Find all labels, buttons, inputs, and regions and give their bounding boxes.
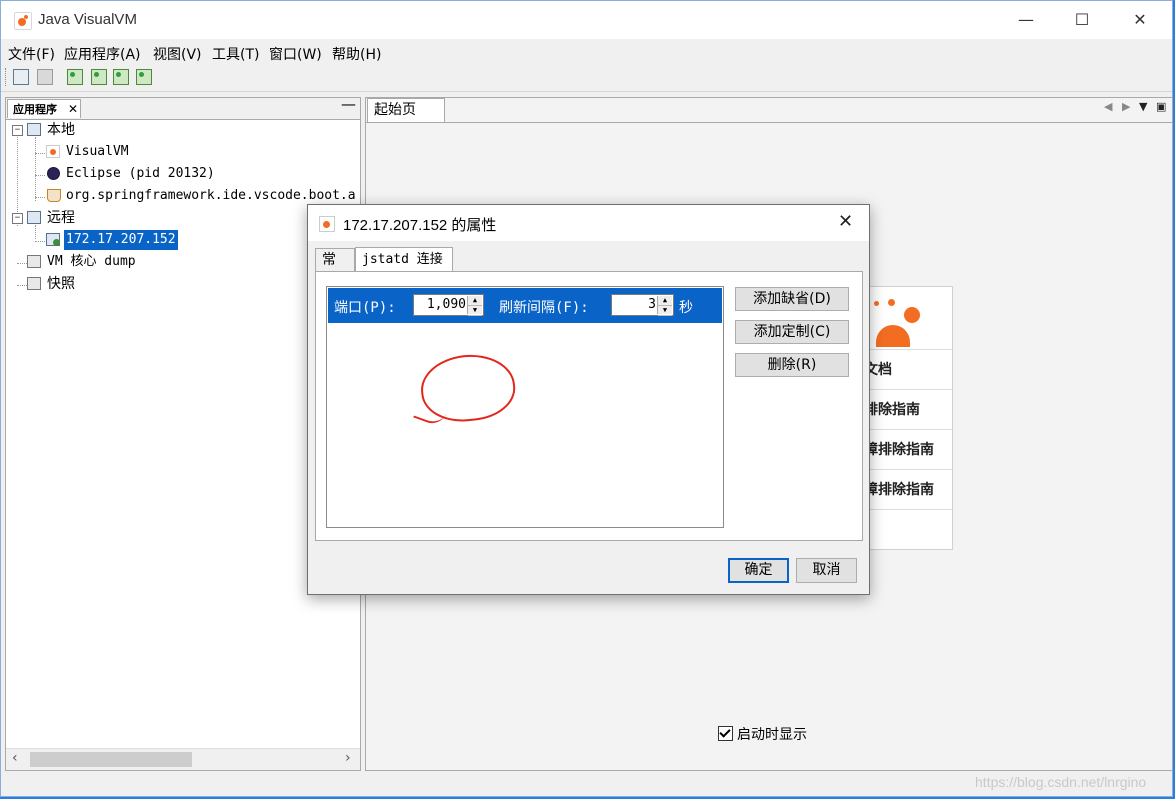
tab-applications-label: 应用程序 xyxy=(13,103,57,116)
scroll-left-icon[interactable]: ‹ xyxy=(12,750,18,766)
refresh-interval-value[interactable]: 3 xyxy=(648,297,656,312)
scroll-tabs-right-icon[interactable]: ▶ xyxy=(1122,100,1130,113)
collapse-icon[interactable]: − xyxy=(12,125,23,136)
remote-host-icon xyxy=(27,211,41,224)
start-link-docs[interactable]: 文档 xyxy=(864,349,952,390)
snapshot-icon xyxy=(27,277,41,290)
tab-start-page[interactable]: 起始页 xyxy=(367,98,445,122)
java-cup-icon xyxy=(47,189,61,202)
start-link-troubleshoot-2[interactable]: 障排除指南 xyxy=(864,429,952,470)
scroll-right-icon[interactable]: › xyxy=(345,750,351,766)
eclipse-icon xyxy=(47,167,60,180)
coredump-icon xyxy=(27,255,41,268)
remove-button[interactable]: 删除(R) xyxy=(735,353,849,377)
add-custom-button[interactable]: 添加定制(C) xyxy=(735,320,849,344)
tab-jstatd-connection[interactable]: jstatd 连接 xyxy=(355,247,453,272)
tab-list-dropdown-icon[interactable]: ▼ xyxy=(1139,100,1147,113)
main-window: Java VisualVM — ☐ ✕ 文件(F) 应用程序(A) 视图(V) … xyxy=(0,0,1173,797)
menu-help[interactable]: 帮助(H) xyxy=(332,44,381,64)
toolbar xyxy=(1,63,1172,92)
cancel-button[interactable]: 取消 xyxy=(796,558,857,583)
menu-bar: 文件(F) 应用程序(A) 视图(V) 工具(T) 窗口(W) 帮助(H) xyxy=(1,40,1172,63)
add-remote-host-icon[interactable] xyxy=(91,69,107,85)
close-tab-icon[interactable]: ✕ xyxy=(68,100,78,119)
menu-tools[interactable]: 工具(T) xyxy=(212,44,259,64)
dialog-close-icon[interactable]: ✕ xyxy=(838,211,853,232)
watermark: https://blog.csdn.net/lnrgino xyxy=(975,774,1147,790)
tree-node-remote-host-label: 172.17.207.152 xyxy=(64,230,178,250)
spinner-down-icon[interactable]: ▼ xyxy=(658,306,672,316)
scrollbar-thumb[interactable] xyxy=(30,752,192,767)
show-on-startup-checkbox[interactable]: 启动时显示 xyxy=(718,724,807,744)
visualvm-app-icon xyxy=(46,145,60,158)
tree-node-spring-boot-label: org.springframework.ide.vscode.boot.a xyxy=(66,188,356,203)
add-vm-coredump-icon[interactable] xyxy=(113,69,129,85)
tree-node-visualvm-label: VisualVM xyxy=(66,144,129,159)
computer-icon xyxy=(27,123,41,136)
ok-button[interactable]: 确定 xyxy=(728,558,789,583)
start-link-troubleshoot-1[interactable]: 排除指南 xyxy=(864,389,952,430)
collapse-icon[interactable]: − xyxy=(12,213,23,224)
spinner-up-icon[interactable]: ▲ xyxy=(468,296,482,306)
window-title: Java VisualVM xyxy=(38,11,137,28)
list-item[interactable]: 端口(P): 1,090 ▲ ▼ 刷新间隔(F): 3 ▲ ▼ 秒 xyxy=(328,288,722,323)
toolbar-grip[interactable] xyxy=(5,68,8,86)
scroll-tabs-left-icon[interactable]: ◀ xyxy=(1104,100,1112,113)
save-icon[interactable] xyxy=(37,69,53,85)
add-jmx-connection-icon[interactable] xyxy=(67,69,83,85)
dialog-title: 172.17.207.152 的属性 xyxy=(343,217,497,234)
tree-node-snapshots-label: 快照 xyxy=(47,276,75,292)
jstatd-connection-list[interactable]: 端口(P): 1,090 ▲ ▼ 刷新间隔(F): 3 ▲ ▼ 秒 xyxy=(326,286,724,528)
port-value[interactable]: 1,090 xyxy=(427,297,466,312)
visualvm-brand-icon xyxy=(874,295,922,347)
minimize-button[interactable]: — xyxy=(1003,5,1049,35)
tree-node-remote-label: 远程 xyxy=(47,210,75,226)
checkbox-checked-icon[interactable] xyxy=(718,726,733,741)
start-links-card: 文档 排除指南 障排除指南 障排除指南 xyxy=(864,286,953,550)
menu-file[interactable]: 文件(F) xyxy=(8,44,55,64)
title-bar: Java VisualVM — ☐ ✕ xyxy=(1,1,1172,39)
horizontal-scrollbar[interactable]: ‹ › xyxy=(6,748,360,770)
load-snapshot-icon[interactable] xyxy=(13,69,29,85)
host-icon xyxy=(46,233,60,246)
tree-node-vm-coredump-label: VM 核心 dump xyxy=(47,254,136,269)
visualvm-logo-icon xyxy=(319,216,335,232)
menu-view[interactable]: 视图(V) xyxy=(153,44,202,64)
maximize-button[interactable]: ☐ xyxy=(1059,5,1105,35)
tree-node-eclipse-label: Eclipse (pid 20132) xyxy=(66,166,215,181)
tree-node-local-label: 本地 xyxy=(47,122,75,138)
seconds-unit-label: 秒 xyxy=(679,300,693,316)
spinner-up-icon[interactable]: ▲ xyxy=(658,296,672,306)
jstatd-tab-content: 端口(P): 1,090 ▲ ▼ 刷新间隔(F): 3 ▲ ▼ 秒 添加缺省(D) … xyxy=(315,271,863,541)
menu-applications[interactable]: 应用程序(A) xyxy=(64,44,141,64)
add-default-button[interactable]: 添加缺省(D) xyxy=(735,287,849,311)
tab-general[interactable]: 常规 xyxy=(315,248,355,291)
start-link-troubleshoot-3[interactable]: 障排除指南 xyxy=(864,469,952,510)
properties-dialog: 172.17.207.152 的属性 ✕ 常规 jstatd 连接 端口(P):… xyxy=(307,204,870,595)
show-on-startup-label: 启动时显示 xyxy=(737,727,807,743)
add-snapshot-icon[interactable] xyxy=(136,69,152,85)
refresh-interval-spinner[interactable]: 3 ▲ ▼ xyxy=(611,294,674,316)
close-window-button[interactable]: ✕ xyxy=(1117,5,1163,35)
minimize-panel-button[interactable]: — xyxy=(341,95,356,113)
maximize-panel-icon[interactable]: ▣ xyxy=(1156,100,1166,113)
refresh-interval-label: 刷新间隔(F): xyxy=(499,300,589,316)
port-spinner[interactable]: 1,090 ▲ ▼ xyxy=(413,294,484,316)
dialog-title-bar: 172.17.207.152 的属性 ✕ xyxy=(308,205,869,241)
menu-window[interactable]: 窗口(W) xyxy=(269,44,322,64)
port-label: 端口(P): xyxy=(334,300,396,316)
applications-tabbar: 应用程序 ✕ — xyxy=(6,95,360,120)
tab-applications[interactable]: 应用程序 ✕ xyxy=(7,99,81,118)
spinner-down-icon[interactable]: ▼ xyxy=(468,306,482,316)
visualvm-logo-icon xyxy=(14,12,32,30)
